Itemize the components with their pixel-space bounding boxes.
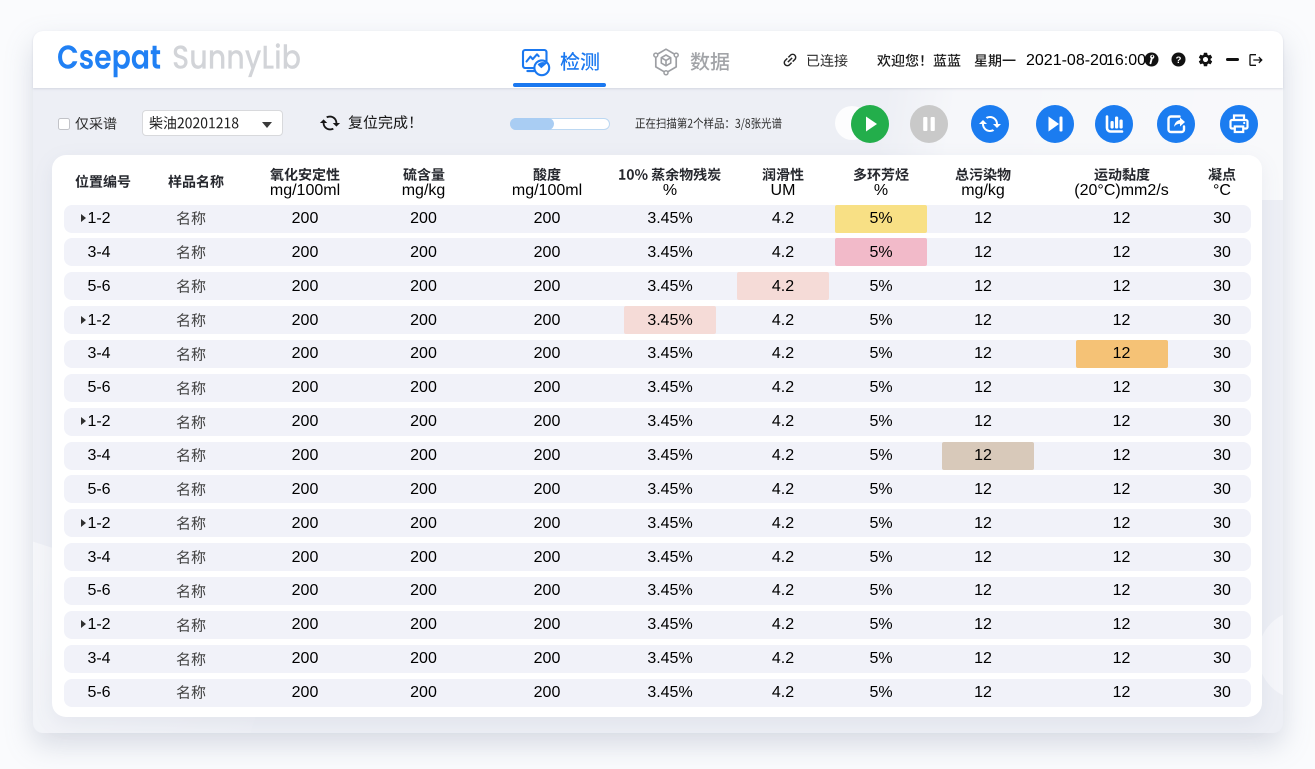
svg-text:?: ? bbox=[1175, 55, 1181, 66]
